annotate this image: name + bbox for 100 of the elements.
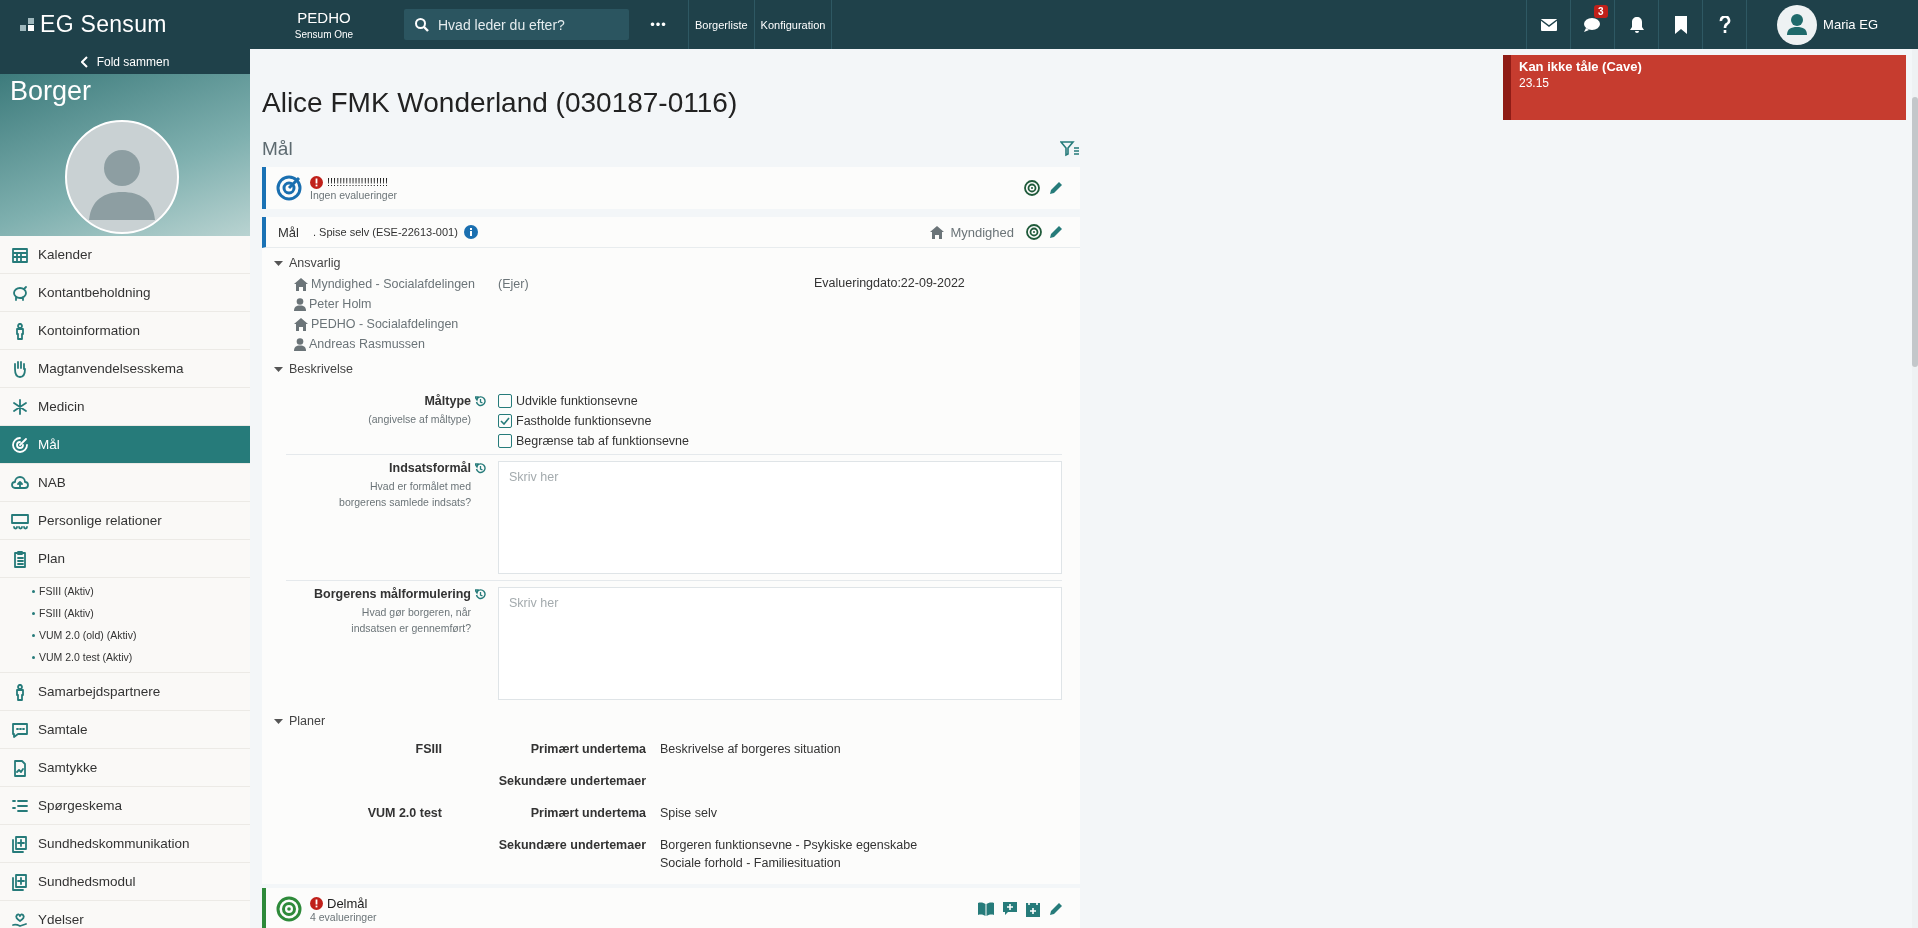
checkmark-icon (500, 417, 510, 425)
plan-field-label: Primært undertema (530, 806, 646, 820)
person-icon (294, 297, 306, 311)
authority-label: Myndighed (950, 224, 1014, 240)
organization-name: PEDHO (297, 9, 351, 26)
house-icon (294, 317, 308, 331)
responsible-role: (Ejer) (498, 277, 529, 291)
edit-icon[interactable] (1048, 180, 1064, 196)
section-toggle[interactable]: Planer (274, 714, 1080, 728)
logo-text: EG Sensum (40, 11, 167, 38)
target-icon[interactable] (1024, 180, 1040, 196)
goal-type-checkbox[interactable]: Udvikle funktionsevne (498, 394, 690, 408)
edit-icon[interactable] (1048, 224, 1064, 240)
goal-title: !!!!!!!!!!!!!!!!!!!! (327, 176, 389, 188)
target-icon (10, 434, 30, 455)
collapse-button[interactable]: Fold sammen (0, 49, 250, 74)
sidebar-item[interactable]: NAB (0, 464, 250, 502)
sidebar-title: Borger (10, 76, 92, 107)
bullet-icon (32, 611, 35, 615)
text-area[interactable]: Skriv her (498, 587, 1062, 700)
sidebar-item[interactable]: Personlige relationer (0, 502, 250, 540)
plan-field-label: Primært undertema (530, 742, 646, 756)
sidebar-item[interactable]: Sundhedsmodul (0, 863, 250, 901)
sidebar-item[interactable]: Ydelser (0, 901, 250, 928)
sidebar-item[interactable]: Kalender (0, 236, 250, 274)
organization-subtitle: Sensum One (294, 29, 354, 40)
plan-field-label: Sekundære undertemaer (498, 838, 646, 852)
plan-field-value: Borgeren funktionsevne - Psykiske egenskabe (660, 838, 919, 852)
sidebar-item[interactable]: Plan (0, 540, 250, 578)
page-title: Alice FMK Wonderland (030187-0116) (262, 87, 739, 119)
caret-icon (274, 716, 283, 726)
history-icon[interactable] (475, 588, 486, 600)
goal-type-checkbox[interactable]: Fastholde funktionsevne (498, 414, 690, 428)
nav-link[interactable]: Borgerliste (689, 0, 755, 49)
subgoal-title: Delmål (327, 895, 368, 911)
sidebar-item[interactable]: Kontantbeholdning (0, 274, 250, 312)
sidebar-item[interactable]: Samtykke (0, 749, 250, 787)
sidebar-subitem[interactable]: VUM 2.0 (old) (Aktiv) (39, 629, 137, 641)
info-icon[interactable] (463, 225, 478, 239)
user-menu[interactable]: Maria EG (1746, 0, 1918, 49)
target-icon[interactable] (1026, 224, 1042, 240)
field-label: Måltype (424, 394, 471, 408)
plan-field-value: Sociale forhold - Familiesituation (660, 856, 842, 870)
bullet-icon (32, 655, 35, 659)
bookmark-icon (1674, 15, 1687, 34)
sidebar-item[interactable]: Sundhedskommunikation (0, 825, 250, 863)
edit-icon[interactable] (1048, 901, 1064, 917)
field-hint: (angivelse af måltype) (367, 412, 472, 427)
section-title: Mål (262, 138, 293, 160)
text-area[interactable]: Skriv her (498, 461, 1062, 574)
alert-text: 23.15 (1519, 76, 1551, 90)
target-icon (276, 896, 302, 922)
calendar-plus-icon[interactable] (1026, 901, 1040, 917)
bullet-icon (32, 633, 35, 637)
goal-type-checkbox[interactable]: Begrænse tab af funktionsevne (498, 434, 690, 448)
goal-subtitle: Ingen evalueringer (310, 188, 397, 201)
notification-badge: 3 (1594, 5, 1608, 18)
goal-label: Mål (278, 224, 299, 240)
plan-field-value: Beskrivelse af borgeres situation (660, 742, 842, 756)
book-icon[interactable] (978, 902, 994, 916)
bullet-icon (32, 589, 35, 593)
section-toggle[interactable]: Beskrivelse (274, 362, 1080, 376)
responsible-name: PEDHO - Socialafdelingen (311, 317, 459, 331)
bell-icon (1628, 15, 1645, 34)
question-mark-icon (1718, 15, 1731, 34)
search-icon (414, 17, 430, 33)
sidebar-item[interactable]: Kontoinformation (0, 312, 250, 350)
envelope-icon (1539, 17, 1558, 32)
sidebar-subitem[interactable]: VUM 2.0 test (Aktiv) (39, 651, 133, 663)
section-toggle[interactable]: Ansvarlig (274, 256, 1080, 270)
sidebar-item[interactable]: Samtale (0, 711, 250, 749)
history-icon[interactable] (475, 462, 486, 474)
sidebar-item[interactable]: Samarbejdspartnere (0, 673, 250, 711)
nav-link[interactable]: Konfiguration (754, 0, 833, 49)
medical-icon (10, 871, 30, 892)
sidebar-subitem[interactable]: FSIII (Aktiv) (39, 585, 94, 597)
house-icon (294, 277, 308, 291)
subgoal-subtitle: 4 evalueringer (310, 910, 377, 923)
field-label: Indsatsformål (389, 461, 471, 475)
logo-squares-icon (20, 18, 34, 31)
responsible-name: Peter Holm (309, 297, 372, 311)
search-field[interactable]: Hvad leder du efter? (404, 9, 629, 40)
chevron-left-icon (80, 55, 89, 68)
plan-name: VUM 2.0 test (367, 806, 442, 820)
plan-field-label: Sekundære undertemaer (498, 774, 646, 788)
history-icon[interactable] (475, 395, 486, 407)
plan-name: FSIII (415, 742, 442, 756)
comment-plus-icon[interactable] (1002, 901, 1018, 917)
caret-icon (274, 258, 283, 268)
sidebar-subitem[interactable]: FSIII (Aktiv) (39, 607, 94, 619)
sidebar-item[interactable]: Mål (0, 426, 250, 464)
messages-button[interactable]: 3 (1570, 0, 1615, 49)
responsible-name: Andreas Rasmussen (309, 337, 426, 351)
sidebar-item[interactable]: Spørgeskema (0, 787, 250, 825)
field-hint: Hvad er formålet med borgerens samlede indsats? (338, 479, 472, 510)
medical-icon (10, 833, 30, 854)
filter-icon[interactable] (1060, 141, 1080, 157)
sidebar-item[interactable]: Magtanvendelsesskema (0, 350, 250, 388)
chat-bubbles-icon (1582, 16, 1603, 33)
more-button[interactable]: ••• (629, 0, 689, 49)
